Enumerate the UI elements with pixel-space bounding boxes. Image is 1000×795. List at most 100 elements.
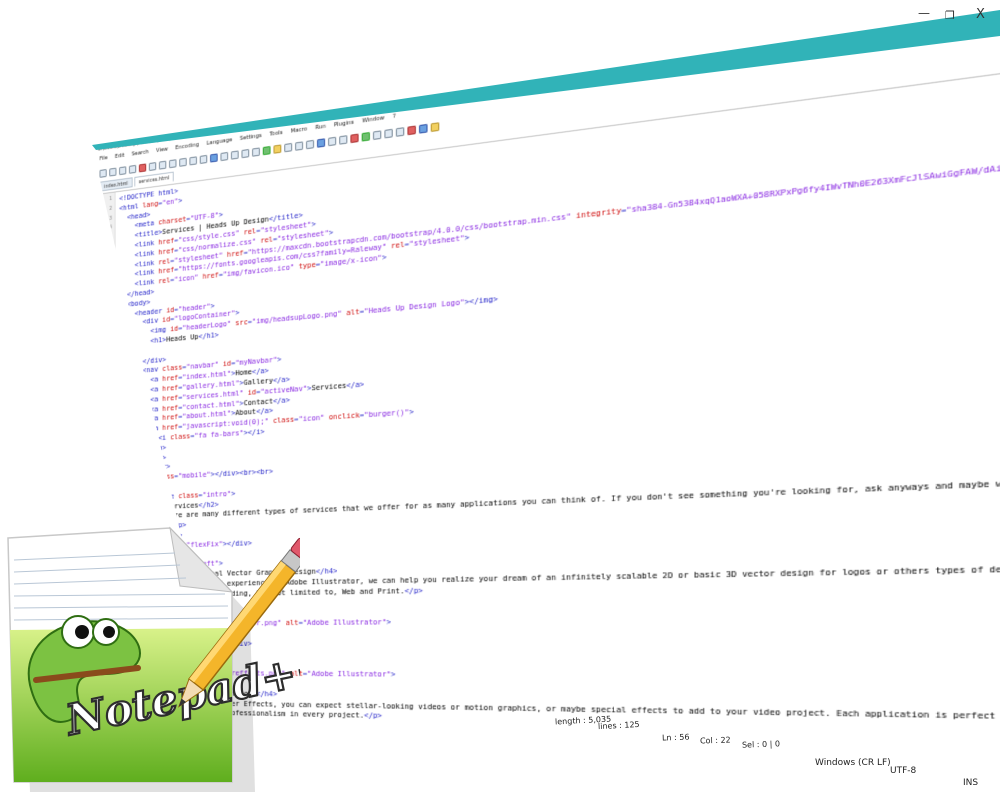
code-token: </nav>	[119, 452, 167, 464]
toolbar-button-icon[interactable]	[189, 156, 197, 166]
status-line-number: Ln : 56	[661, 732, 690, 743]
code-token: "burger()"	[364, 407, 410, 420]
code-token: <a	[119, 423, 163, 435]
toolbar-button-icon[interactable]	[295, 141, 304, 151]
code-token: >	[277, 354, 282, 365]
menu-item-macro[interactable]: Macro	[291, 126, 308, 139]
toolbar-button-icon[interactable]	[138, 163, 147, 173]
code-token: <main>	[119, 482, 159, 493]
close-button[interactable]: X	[976, 7, 985, 22]
code-token: ></img>	[464, 293, 498, 307]
status-encoding[interactable]: UTF-8	[890, 766, 916, 776]
toolbar-button-icon[interactable]	[148, 162, 157, 172]
line-number: 13	[106, 311, 112, 319]
line-number: 1	[109, 195, 112, 203]
code-token: href	[162, 382, 179, 394]
code-token: About	[235, 407, 257, 418]
toolbar-button-icon[interactable]	[241, 148, 250, 159]
menu-item-edit[interactable]: Edit	[115, 153, 125, 164]
toolbar-button-icon[interactable]	[109, 167, 117, 177]
code-token: lang	[142, 198, 159, 210]
toolbar-button-icon[interactable]	[128, 164, 137, 174]
menu-item-plugins[interactable]: Plugins	[334, 119, 354, 132]
toolbar-button-icon[interactable]	[158, 160, 167, 170]
code-token: type	[298, 259, 316, 272]
line-number: 18	[106, 359, 112, 367]
code-token: >	[218, 209, 223, 220]
toolbar-button-icon[interactable]	[350, 133, 359, 144]
toolbar-button-icon[interactable]	[430, 122, 440, 133]
code-token: "img/headsupLogo.png"	[251, 308, 342, 327]
line-number: 21	[106, 388, 112, 396]
code-token: href	[162, 372, 179, 384]
toolbar-button-icon[interactable]	[99, 169, 107, 178]
code-line: <div class="mobile"></div><br><br>	[119, 467, 273, 484]
toolbar-button-icon[interactable]	[395, 127, 405, 137]
toolbar-button-icon[interactable]	[419, 123, 428, 134]
code-token: </a>	[272, 394, 290, 406]
code-token: </a>	[256, 405, 273, 417]
code-token: >	[210, 300, 215, 311]
line-number: 20	[106, 379, 112, 386]
code-line: </nav>	[119, 452, 167, 464]
line-number: 31	[106, 485, 112, 492]
line-number: 17	[106, 350, 112, 357]
menu-item-encoding[interactable]: Encoding	[175, 142, 199, 155]
code-token: <div	[119, 472, 155, 484]
toolbar-button-icon[interactable]	[384, 128, 393, 139]
toolbar-button-icon[interactable]	[220, 151, 229, 162]
line-number: 33	[106, 504, 112, 511]
toolbar-button-icon[interactable]	[169, 159, 177, 169]
toolbar-button-icon[interactable]	[179, 157, 187, 167]
menu-item-window[interactable]: Window	[362, 115, 384, 129]
toolbar-button-icon[interactable]	[339, 135, 348, 145]
status-eol[interactable]: Windows (CR LF)	[815, 758, 891, 768]
menu-item-view[interactable]: View	[156, 146, 168, 158]
toolbar-button-icon[interactable]	[328, 136, 337, 147]
toolbar-button-icon[interactable]	[210, 153, 218, 163]
toolbar-button-icon[interactable]	[119, 166, 127, 176]
menu-item-run[interactable]: Run	[315, 124, 326, 136]
code-token: "Adobe Illustrator"	[302, 617, 387, 628]
code-line: </header>	[119, 462, 171, 474]
code-token: <br>	[239, 467, 257, 478]
toolbar-button-icon[interactable]	[252, 147, 260, 157]
code-token: id	[170, 323, 179, 334]
toolbar-button-icon[interactable]	[262, 145, 271, 156]
code-token: >	[409, 406, 414, 417]
line-number: 3	[109, 215, 112, 222]
minimize-button[interactable]: —	[918, 6, 930, 20]
line-number: 29	[106, 466, 112, 473]
menu-item--[interactable]: ?	[393, 113, 396, 124]
menu-item-settings[interactable]: Settings	[240, 133, 262, 146]
line-number: 27	[106, 446, 112, 453]
toolbar-button-icon[interactable]	[230, 150, 239, 160]
code-token: "activeNav"	[260, 383, 308, 396]
code-token: >	[390, 669, 396, 679]
maximize-button[interactable]: ❐	[945, 9, 955, 22]
toolbar-button-icon[interactable]	[317, 138, 326, 148]
code-line: <p>There are many different types of ser…	[119, 469, 1000, 521]
code-token: >	[178, 195, 183, 205]
code-token: "fa fa-bars"	[194, 427, 244, 441]
menu-item-tools[interactable]: Tools	[270, 130, 283, 142]
code-token: class	[178, 490, 199, 501]
code-token: >	[328, 227, 334, 238]
code-token: rel	[390, 239, 405, 251]
menu-item-search[interactable]: Search	[132, 149, 149, 161]
code-token: </a>	[119, 442, 167, 455]
line-number: 19	[106, 369, 112, 376]
code-token: "icon"	[298, 412, 325, 424]
line-number: 22	[106, 398, 112, 405]
toolbar-button-icon[interactable]	[306, 139, 315, 150]
code-token: </h1>	[198, 329, 219, 341]
menu-item-file[interactable]: File	[100, 155, 108, 166]
toolbar-button-icon[interactable]	[361, 131, 370, 142]
code-token: </a>	[346, 379, 365, 390]
toolbar-button-icon[interactable]	[373, 130, 382, 141]
toolbar-button-icon[interactable]	[273, 144, 282, 154]
logo-page-fold	[169, 526, 234, 593]
toolbar-button-icon[interactable]	[407, 125, 416, 136]
toolbar-button-icon[interactable]	[284, 142, 293, 153]
toolbar-button-icon[interactable]	[199, 154, 208, 165]
